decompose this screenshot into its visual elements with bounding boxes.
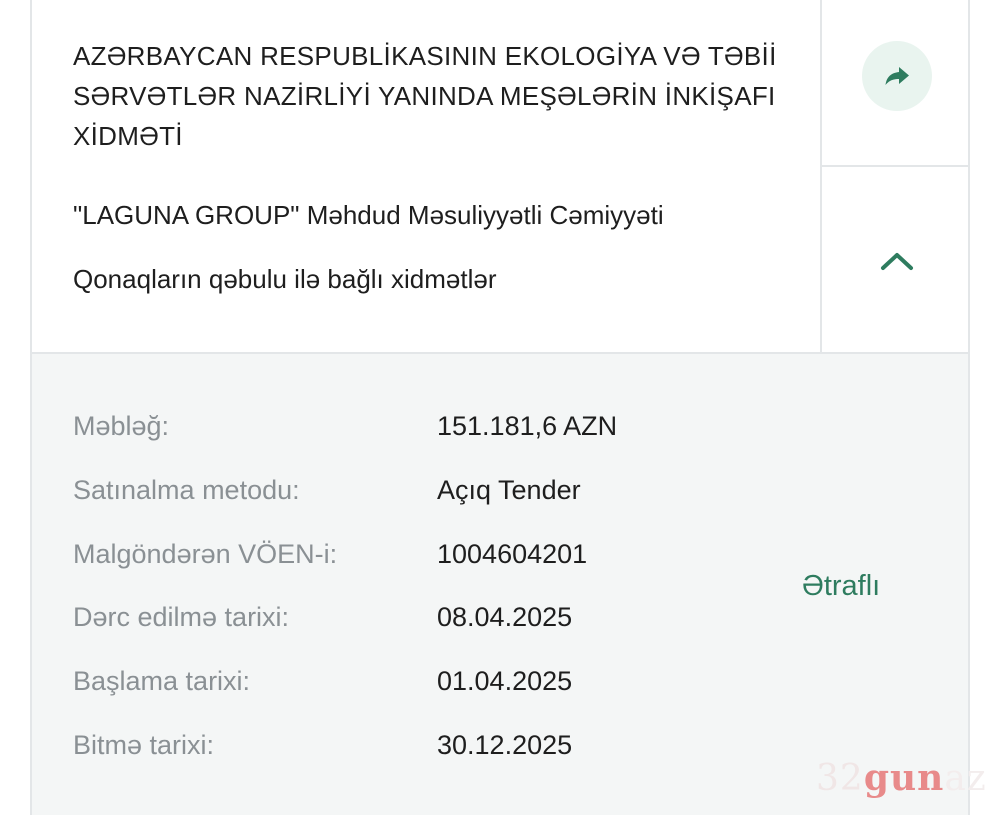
more-details-link[interactable]: Ətraflı	[802, 566, 880, 606]
action-column	[820, 0, 968, 352]
detail-row-method: Satınalma metodu: Açıq Tender	[73, 470, 773, 510]
detail-label: Bitmə tarixi:	[73, 730, 215, 760]
detail-row-start-date: Başlama tarixi: 01.04.2025	[73, 661, 773, 701]
collapse-button[interactable]	[862, 226, 932, 296]
share-cell	[822, 0, 968, 167]
detail-value: 151.181,6 AZN	[437, 411, 618, 441]
tender-card: AZƏRBAYCAN RESPUBLİKASININ EKOLOGİYA VƏ …	[30, 0, 970, 815]
share-arrow-icon	[885, 67, 909, 85]
detail-value: Açıq Tender	[437, 475, 581, 505]
detail-row-published-date: Dərc edilmə tarixi: 08.04.2025	[73, 597, 773, 637]
detail-label: Məbləğ:	[73, 411, 170, 441]
detail-value: 30.12.2025	[437, 730, 573, 760]
detail-value: 01.04.2025	[437, 666, 573, 696]
organization-name: AZƏRBAYCAN RESPUBLİKASININ EKOLOGİYA VƏ …	[73, 41, 777, 151]
tender-summary: AZƏRBAYCAN RESPUBLİKASININ EKOLOGİYA VƏ …	[32, 0, 820, 352]
detail-row-amount: Məbləğ: 151.181,6 AZN	[73, 406, 773, 446]
detail-label: Dərc edilmə tarixi:	[73, 602, 290, 632]
detail-row-end-date: Bitmə tarixi: 30.12.2025	[73, 725, 773, 765]
detail-value: 08.04.2025	[437, 602, 573, 632]
detail-label: Malgöndərən VÖEN-i:	[73, 539, 338, 569]
tender-header: AZƏRBAYCAN RESPUBLİKASININ EKOLOGİYA VƏ …	[32, 0, 968, 354]
detail-value: 1004604201	[437, 539, 588, 569]
company-name: "LAGUNA GROUP" Məhdud Məsuliyyətli Cəmiy…	[73, 200, 664, 230]
detail-label: Satınalma metodu:	[73, 475, 300, 505]
service-description: Qonaqların qəbulu ilə bağlı xidmətlər	[73, 264, 497, 294]
watermark-logo: 32gunaz	[816, 757, 987, 799]
detail-label: Başlama tarixi:	[73, 666, 251, 696]
chevron-up-icon	[881, 253, 913, 270]
share-button[interactable]	[862, 41, 932, 111]
detail-row-supplier-voen: Malgöndərən VÖEN-i: 1004604201	[73, 534, 773, 574]
tender-details: Məbləğ: 151.181,6 AZN Satınalma metodu: …	[32, 354, 968, 815]
